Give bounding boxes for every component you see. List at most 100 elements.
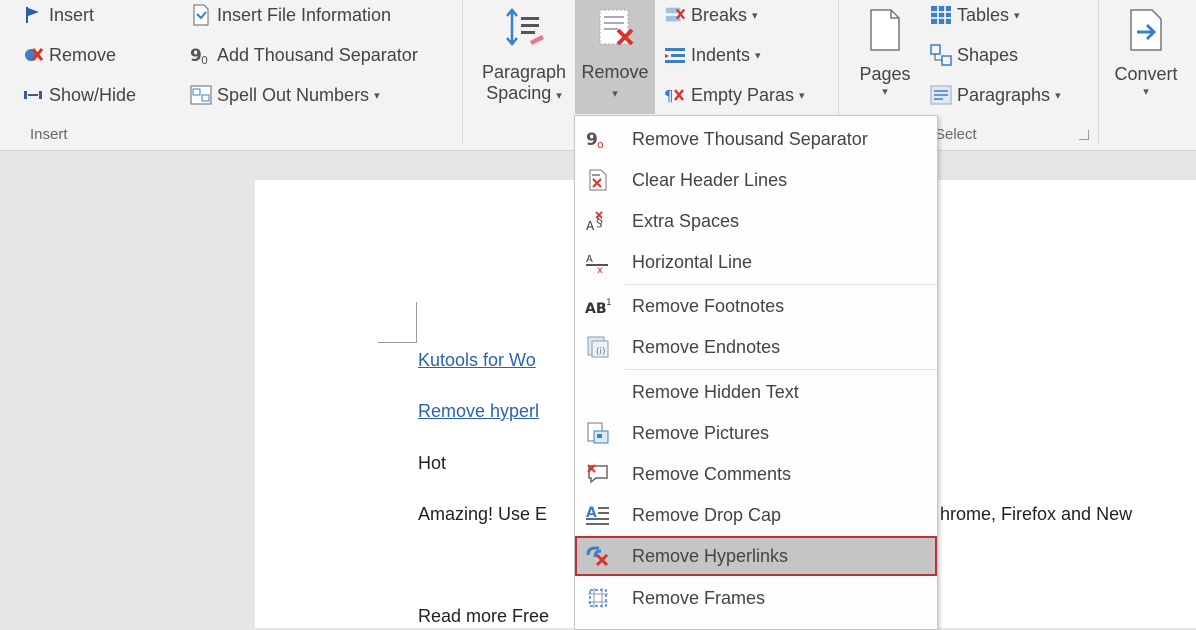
menu-item-remove-drop-cap[interactable]: A Remove Drop Cap — [575, 495, 937, 535]
margin-corner-mark — [378, 342, 416, 343]
endnotes-icon: (i) — [585, 334, 611, 360]
shapes-label: Shapes — [957, 44, 1019, 65]
group-label-insert: Insert — [30, 126, 68, 143]
show-hide-label: Show/Hide — [49, 84, 137, 105]
thousand-separator-icon: 9o — [585, 126, 611, 152]
spell-out-numbers-label: Spell Out Numbers — [217, 84, 370, 105]
menu-item-label: Clear Header Lines — [632, 169, 788, 190]
tables-button[interactable]: Tables ▾ — [930, 4, 1020, 26]
svg-text:0: 0 — [201, 54, 208, 66]
menu-item-remove-frames[interactable]: Remove Frames — [575, 578, 937, 618]
menu-separator — [625, 284, 937, 285]
page-icon — [848, 4, 922, 56]
menu-item-remove-footnotes[interactable]: AB 1 Remove Footnotes — [575, 286, 937, 326]
menu-item-label: Remove Hyperlinks — [632, 545, 789, 566]
indents-label: Indents — [691, 44, 751, 65]
chevron-down-icon: ▾ — [755, 49, 761, 62]
menu-item-label: Extra Spaces — [632, 210, 740, 231]
paragraph-spacing-label-2: Spacing — [486, 83, 552, 103]
remove-small-label: Remove — [49, 44, 117, 65]
insert-file-information-button[interactable]: Insert File Information — [190, 4, 391, 26]
remove-big-icon — [575, 0, 655, 56]
comments-icon — [585, 461, 611, 487]
svg-text:(i): (i) — [596, 347, 606, 357]
menu-item-label: Remove Footnotes — [632, 295, 785, 316]
document-text-hot: Hot — [418, 453, 447, 473]
svg-text:o: o — [597, 138, 604, 150]
add-thousand-separator-button[interactable]: 90 Add Thousand Separator — [190, 44, 418, 67]
empty-paras-label: Empty Paras — [691, 84, 795, 105]
chevron-down-icon: ▾ — [799, 89, 805, 102]
convert-icon — [1106, 4, 1186, 56]
header-lines-icon — [585, 167, 611, 193]
svg-text:A: A — [586, 219, 595, 233]
shapes-button[interactable]: Shapes — [930, 44, 1018, 66]
remove-icon — [22, 44, 44, 66]
paragraph-spacing-button[interactable]: Paragraph Spacing ▾ — [474, 4, 574, 104]
convert-label: Convert — [1114, 64, 1178, 84]
remove-big-label: Remove — [581, 62, 649, 82]
remove-dropdown-button[interactable]: Remove ▾ — [575, 0, 655, 114]
pictures-icon — [585, 420, 611, 446]
menu-item-label: Remove Comments — [632, 463, 792, 484]
menu-item-remove-thousand-separator[interactable]: 9o Remove Thousand Separator — [575, 119, 937, 159]
document-link-remove-hyperlinks[interactable]: Remove hyperl — [418, 401, 539, 422]
remove-small-button[interactable]: Remove — [22, 44, 116, 66]
menu-item-horizontal-line[interactable]: Ax Horizontal Line — [575, 242, 937, 282]
chevron-down-icon: ▾ — [1014, 9, 1020, 22]
menu-item-label: Remove Thousand Separator — [632, 128, 868, 149]
indents-button[interactable]: Indents ▾ — [664, 44, 761, 66]
document-text-amazing-right: hrome, Firefox and New — [940, 504, 1133, 524]
paragraphs-button[interactable]: Paragraphs ▾ — [930, 84, 1061, 106]
menu-item-label: Remove Endnotes — [632, 336, 781, 357]
show-hide-icon — [22, 84, 44, 106]
empty-paras-button[interactable]: ¶ Empty Paras ▾ — [664, 84, 805, 106]
indents-icon — [664, 44, 686, 66]
insert-label: Insert — [49, 4, 95, 25]
menu-item-extra-spaces[interactable]: A § Extra Spaces — [575, 201, 937, 241]
margin-corner-mark — [416, 302, 417, 343]
empty-paras-icon: ¶ — [664, 84, 686, 106]
show-hide-button[interactable]: Show/Hide — [22, 84, 136, 106]
menu-item-label: Horizontal Line — [632, 251, 753, 272]
chevron-down-icon: ▾ — [1143, 86, 1149, 98]
convert-button[interactable]: Convert ▾ — [1106, 4, 1186, 98]
pages-label: Pages — [859, 64, 911, 84]
insert-file-information-label: Insert File Information — [217, 4, 392, 25]
menu-item-label: Remove Pictures — [632, 422, 770, 443]
dialog-launcher-icon[interactable] — [1079, 130, 1089, 140]
spell-out-numbers-button[interactable]: Spell Out Numbers ▾ — [190, 84, 380, 106]
svg-text:¶: ¶ — [664, 87, 674, 105]
svg-text:1: 1 — [606, 298, 611, 308]
group-separator — [462, 0, 463, 145]
menu-item-remove-hidden-text[interactable]: Remove Hidden Text — [575, 372, 937, 412]
menu-item-remove-pictures[interactable]: Remove Pictures — [575, 413, 937, 453]
pages-button[interactable]: Pages ▾ — [848, 4, 922, 98]
menu-item-clear-header-lines[interactable]: Clear Header Lines — [575, 160, 937, 200]
paragraph-spacing-icon — [474, 4, 574, 54]
hyperlinks-icon — [585, 543, 611, 569]
menu-item-remove-comments[interactable]: Remove Comments — [575, 454, 937, 494]
svg-text:x: x — [597, 265, 603, 273]
breaks-button[interactable]: Breaks ▾ — [664, 4, 758, 26]
shapes-icon — [930, 44, 952, 66]
chevron-down-icon: ▾ — [374, 89, 380, 102]
menu-item-label: Remove Drop Cap — [632, 504, 782, 525]
spell-out-icon — [190, 84, 212, 106]
menu-item-remove-hyperlinks[interactable]: Remove Hyperlinks — [575, 536, 937, 576]
insert-button[interactable]: Insert — [22, 4, 94, 26]
horizontal-line-icon: Ax — [585, 249, 611, 275]
menu-separator — [625, 369, 937, 370]
tables-icon — [930, 4, 952, 26]
document-link-kutools[interactable]: Kutools for Wo — [418, 350, 536, 371]
document-text-read-more: Read more Free — [418, 606, 550, 626]
breaks-icon — [664, 4, 686, 26]
paragraphs-icon — [930, 84, 952, 106]
chevron-down-icon: ▾ — [612, 88, 618, 100]
flag-icon — [22, 4, 44, 26]
chevron-down-icon: ▾ — [556, 90, 562, 102]
menu-item-remove-endnotes[interactable]: (i) Remove Endnotes — [575, 327, 937, 367]
extra-spaces-icon: A § — [585, 208, 611, 234]
paragraphs-label: Paragraphs — [957, 84, 1051, 105]
remove-dropdown-menu: 9o Remove Thousand Separator Clear Heade… — [574, 115, 938, 630]
